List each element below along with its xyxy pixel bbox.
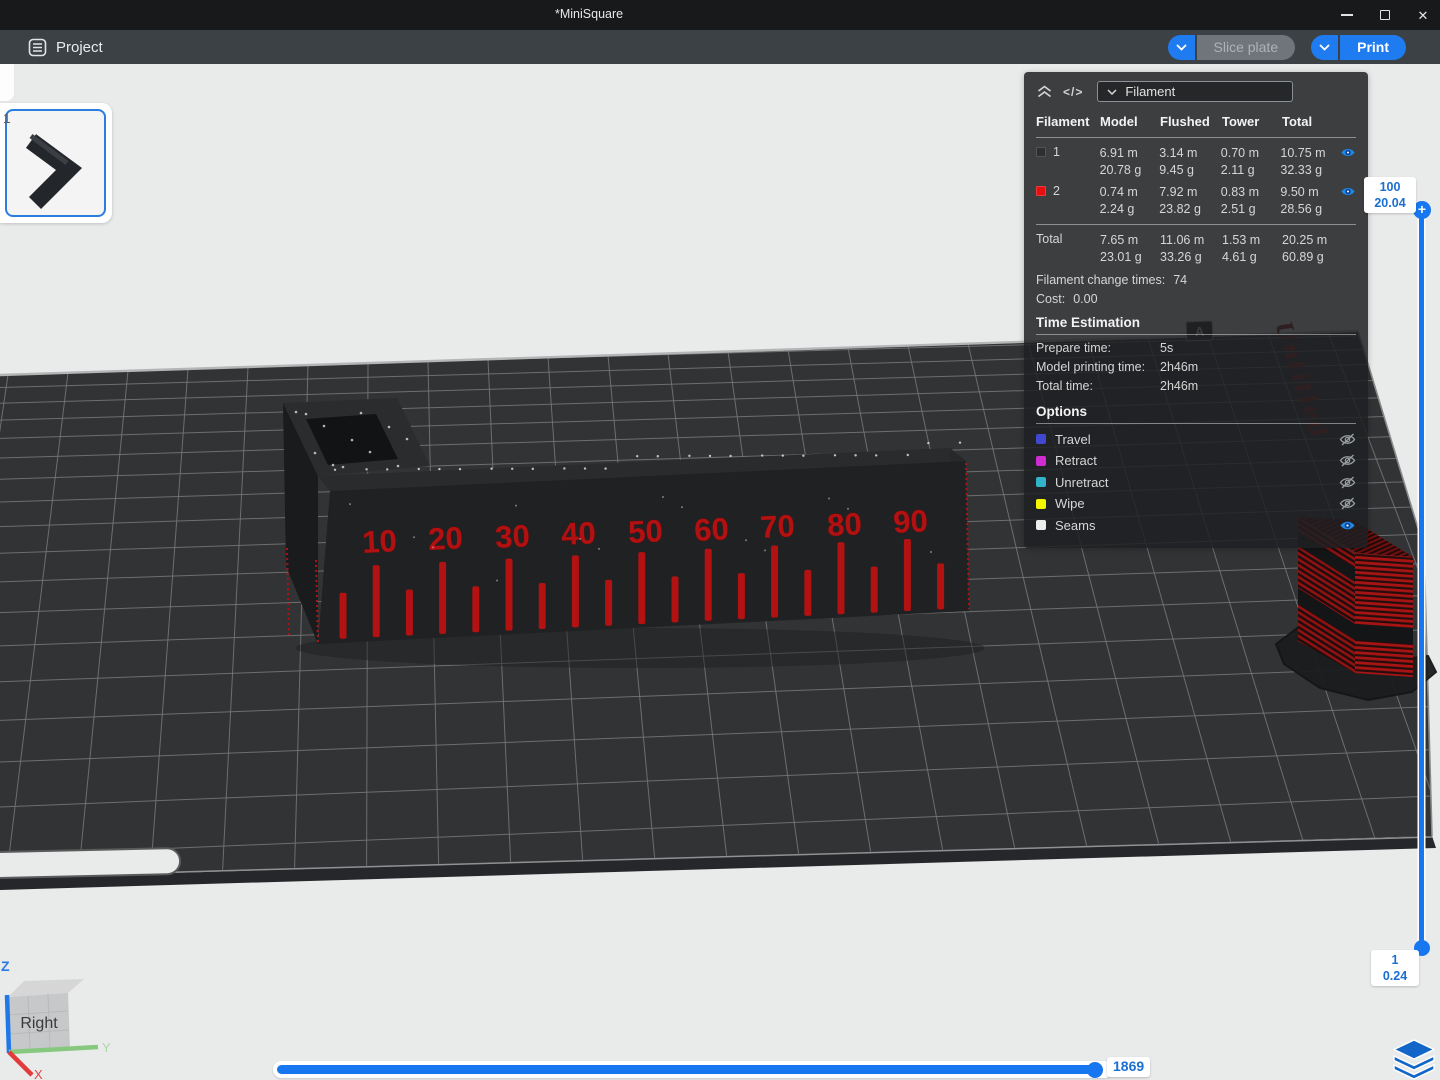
double-chevron-up-icon — [1036, 84, 1053, 99]
slice-plate-button[interactable]: Slice plate — [1197, 35, 1296, 60]
view-type-value: Filament — [1125, 84, 1175, 99]
print-dropdown-button[interactable] — [1311, 35, 1340, 60]
seams-visibility-toggle[interactable] — [1339, 519, 1356, 532]
layer-slider-track[interactable] — [1419, 205, 1424, 949]
svg-text:80: 80 — [826, 506, 862, 543]
plate-handle-notch — [0, 848, 180, 879]
filament-1-swatch — [1036, 147, 1046, 157]
model-printing-time: Model printing time:2h46m — [1036, 358, 1356, 377]
filament-2-visibility-toggle[interactable] — [1340, 184, 1356, 198]
cube-top-face[interactable] — [8, 979, 84, 997]
eye-off-icon — [1339, 476, 1356, 489]
wipe-color-chip — [1036, 499, 1046, 509]
print-button[interactable]: Print — [1340, 35, 1406, 60]
window-title: *MiniSquare — [555, 7, 623, 21]
layers-icon — [1393, 1039, 1435, 1080]
total-time: Total time:2h46m — [1036, 377, 1356, 396]
filament-total-row: Total 7.65 m23.01 g 11.06 m33.26 g 1.53 … — [1036, 229, 1356, 268]
unretract-visibility-toggle[interactable] — [1339, 476, 1356, 489]
filament-stats-panel: </> Filament Filament Model Flushed Towe… — [1024, 72, 1368, 548]
unretract-color-chip — [1036, 477, 1046, 487]
project-icon — [28, 38, 47, 57]
maximize-icon — [1380, 10, 1390, 20]
svg-text:90: 90 — [892, 503, 928, 540]
collapse-panel-button[interactable] — [1036, 84, 1053, 99]
option-retract: Retract — [1036, 450, 1356, 472]
eye-icon — [1339, 519, 1356, 532]
step-slider-fill — [277, 1065, 1099, 1074]
slice-dropdown-button[interactable] — [1168, 35, 1197, 60]
divider — [1036, 423, 1356, 424]
svg-text:30: 30 — [494, 518, 530, 555]
plate-thumbnail-selected-border — [5, 109, 106, 217]
divider — [1036, 137, 1356, 138]
plate-number: 1 — [3, 110, 11, 126]
main-toolbar: Project Slice plate Print — [0, 30, 1440, 64]
seams-color-chip — [1036, 520, 1046, 530]
divider — [1036, 224, 1356, 225]
layers-view-button[interactable] — [1393, 1039, 1435, 1080]
filament-table-header: Filament Model Flushed Tower Total — [1036, 111, 1356, 133]
step-slider[interactable] — [273, 1061, 1113, 1078]
retract-visibility-toggle[interactable] — [1339, 454, 1356, 467]
z-axis-label: Z — [1, 958, 10, 974]
svg-text:50: 50 — [627, 513, 663, 550]
retract-color-chip — [1036, 456, 1046, 466]
eye-icon — [1340, 185, 1356, 198]
orientation-cube[interactable]: Z Right Y X — [0, 953, 120, 1080]
option-unretract: Unretract — [1036, 471, 1356, 493]
plate-thumbnail[interactable]: 1 — [0, 103, 112, 223]
filament-2-swatch — [1036, 186, 1046, 196]
maximize-button[interactable] — [1378, 8, 1392, 22]
title-bar: *MiniSquare ✕ — [0, 0, 1440, 30]
travel-color-chip — [1036, 434, 1046, 444]
project-menu[interactable]: Project — [28, 38, 103, 57]
option-seams: Seams — [1036, 514, 1356, 536]
time-estimation-title: Time Estimation — [1036, 315, 1356, 330]
y-axis-label: Y — [102, 1040, 111, 1055]
svg-text:60: 60 — [693, 511, 729, 548]
z-axis — [7, 995, 9, 1053]
divider — [1036, 334, 1356, 335]
step-slider-value: 1869 — [1107, 1057, 1150, 1077]
filament-change-times: Filament change times:74 — [1036, 273, 1356, 287]
travel-visibility-toggle[interactable] — [1339, 433, 1356, 446]
step-slider-handle[interactable] — [1087, 1062, 1103, 1078]
cost: Cost:0.00 — [1036, 292, 1356, 306]
plate-thumbnail-model — [7, 111, 104, 215]
svg-text:70: 70 — [759, 508, 795, 545]
wipe-visibility-toggle[interactable] — [1339, 497, 1356, 510]
eye-off-icon — [1339, 497, 1356, 510]
layer-slider-top-label: 10020.04 — [1364, 177, 1416, 213]
eye-off-icon — [1339, 433, 1356, 446]
sidebar-remnant — [0, 64, 14, 101]
svg-text:40: 40 — [560, 515, 596, 552]
x-axis — [9, 1052, 32, 1075]
slice-plate-split-button: Slice plate — [1168, 35, 1296, 60]
chevron-down-icon — [1107, 89, 1117, 95]
gcode-view-button[interactable]: </> — [1063, 85, 1083, 99]
print-split-button: Print — [1311, 35, 1406, 60]
chevron-down-icon — [1176, 44, 1187, 51]
view-type-dropdown[interactable]: Filament — [1097, 81, 1293, 102]
x-axis-label: X — [34, 1067, 43, 1080]
eye-off-icon — [1339, 454, 1356, 467]
filament-row-1: 1 6.91 m20.78 g 3.14 m9.45 g 0.70 m2.11 … — [1036, 142, 1356, 181]
cube-face-label: Right — [20, 1015, 58, 1032]
prepare-time: Prepare time:5s — [1036, 339, 1356, 358]
options-title: Options — [1036, 404, 1356, 419]
project-label: Project — [56, 39, 103, 56]
option-travel: Travel — [1036, 428, 1356, 450]
filament-row-2: 2 0.74 m2.24 g 7.92 m23.82 g 0.83 m2.51 … — [1036, 181, 1356, 220]
filament-1-visibility-toggle[interactable] — [1340, 145, 1356, 159]
layer-slider-bottom-label: 10.24 — [1371, 950, 1419, 986]
minimize-icon — [1341, 14, 1353, 16]
option-wipe: Wipe — [1036, 493, 1356, 515]
eye-icon — [1340, 146, 1356, 159]
close-button[interactable]: ✕ — [1416, 8, 1430, 22]
svg-text:20: 20 — [427, 520, 463, 557]
minimize-button[interactable] — [1340, 8, 1354, 22]
chevron-down-icon — [1319, 44, 1330, 51]
svg-text:10: 10 — [361, 523, 397, 560]
